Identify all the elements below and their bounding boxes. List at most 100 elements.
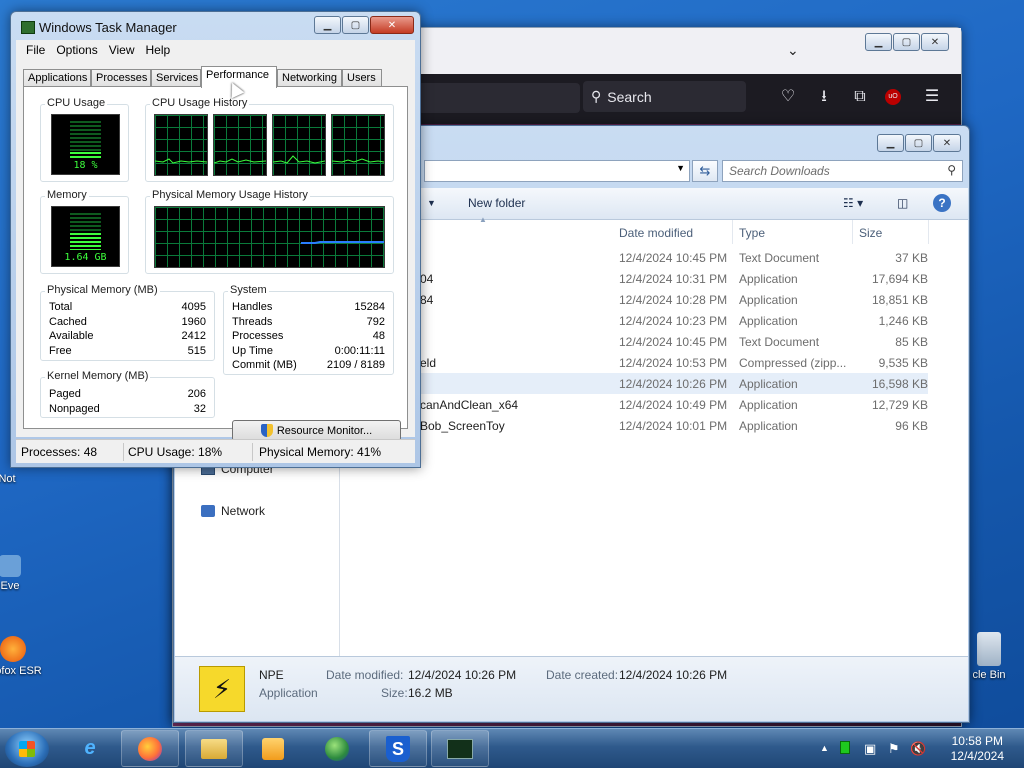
menu-file[interactable]: File — [22, 40, 52, 60]
taskbar-explorer[interactable] — [185, 730, 243, 767]
file-size: 16,598 KB — [871, 377, 928, 391]
stat-row: Threads 792 — [232, 316, 385, 330]
stat-row: Up Time 0:00:11:11 — [232, 345, 385, 359]
taskbar-globe-app[interactable] — [308, 730, 366, 767]
memory-history-title: Physical Memory Usage History — [150, 189, 310, 201]
desktop-icon-notepad[interactable]: Not — [0, 470, 42, 485]
refresh-button[interactable]: ⇆ — [692, 160, 718, 182]
tab-services[interactable]: Services — [151, 69, 201, 87]
view-options-icon[interactable]: ☷ ▾ — [843, 196, 863, 210]
tab-networking[interactable]: Networking — [277, 69, 342, 87]
file-row[interactable]: 12/4/2024 10:26 PM Application 16,598 KB — [340, 373, 928, 394]
column-header-date[interactable]: Date modified — [613, 220, 733, 244]
tab-users[interactable]: Users — [342, 69, 382, 87]
menu-help[interactable]: Help — [142, 40, 178, 60]
close-button[interactable]: ✕ — [921, 33, 949, 51]
file-row[interactable]: eld 12/4/2024 10:53 PM Compressed (zipp...… — [340, 352, 928, 373]
maximize-button[interactable]: ▢ — [342, 16, 369, 34]
list-all-tabs-icon[interactable]: ⌄ — [787, 42, 799, 59]
downloads-icon[interactable]: ⭳ — [813, 86, 835, 108]
file-row[interactable]: Bob_ScreenToy 12/4/2024 10:01 PM Applicati… — [340, 415, 928, 436]
network-icon[interactable]: ▣ — [864, 741, 876, 757]
maximize-button[interactable]: ▢ — [905, 134, 932, 152]
show-hidden-icons-icon[interactable]: ▲ — [820, 743, 829, 753]
maximize-button[interactable]: ▢ — [893, 33, 920, 51]
stat-row: Available 2412 — [49, 330, 206, 344]
file-row[interactable]: 12/4/2024 10:45 PM Text Document 85 KB — [340, 331, 928, 352]
task-manager-window[interactable]: Windows Task Manager ▁ ▢ ✕ File Options … — [10, 11, 421, 468]
column-header-type[interactable]: Type — [733, 220, 853, 244]
taskbar-media-player[interactable] — [244, 730, 302, 767]
menu-view[interactable]: View — [105, 40, 142, 60]
stat-label: Nonpaged — [49, 403, 100, 415]
cpu-usage-title: CPU Usage — [45, 97, 108, 109]
status-physical-memory: Physical Memory: 41% — [259, 445, 382, 459]
action-center-flag-icon[interactable]: ⚑ — [888, 741, 900, 757]
file-type: Application — [739, 314, 798, 328]
tab-processes[interactable]: Processes — [91, 69, 151, 87]
shield-icon — [260, 424, 273, 437]
preview-pane-icon[interactable]: ◫ — [897, 196, 908, 210]
new-folder-button[interactable]: New folder — [468, 196, 525, 210]
resource-monitor-button[interactable]: Resource Monitor... — [232, 420, 401, 441]
ublock-icon[interactable]: uO — [885, 89, 901, 105]
cpu-core-4-graph — [331, 114, 385, 176]
stat-label: Processes — [232, 330, 284, 342]
stat-label: Available — [49, 330, 94, 342]
stat-label: Free — [49, 345, 72, 357]
memory-history-graph — [154, 206, 385, 268]
close-button[interactable]: ✕ — [370, 16, 414, 34]
cpu-usage-meter: 18 % — [51, 114, 120, 175]
file-row[interactable]: 04 12/4/2024 10:31 PM Application 17,694 KB — [340, 268, 928, 289]
menu-options[interactable]: Options — [52, 40, 104, 60]
taskbar-task-manager[interactable] — [431, 730, 489, 767]
stat-label: Cached — [49, 316, 87, 328]
clock-time: 10:58 PM — [951, 734, 1003, 748]
close-button[interactable]: ✕ — [933, 134, 961, 152]
column-header-size[interactable]: Size — [853, 220, 929, 244]
file-row[interactable]: 12/4/2024 10:23 PM Application 1,246 KB — [340, 310, 928, 331]
menu-icon[interactable]: ☰ — [921, 86, 943, 108]
taskbar-sophos[interactable]: S — [369, 730, 427, 767]
minimize-button[interactable]: ▁ — [877, 134, 904, 152]
minimize-button[interactable]: ▁ — [314, 16, 341, 34]
file-row[interactable]: canAndClean_x64 12/4/2024 10:49 PM Applica… — [340, 394, 928, 415]
kernel-memory-group: Kernel Memory (MB) Paged 206 Nonpaged 32 — [40, 370, 215, 418]
pocket-icon[interactable]: ♡ — [777, 86, 799, 108]
file-size: 85 KB — [895, 335, 928, 349]
file-row[interactable]: 84 12/4/2024 10:28 PM Application 18,851 KB — [340, 289, 928, 310]
address-bar[interactable]: ▼ — [424, 160, 690, 182]
search-bar[interactable]: ⚲ Search — [583, 81, 746, 112]
kernel-memory-title: Kernel Memory (MB) — [45, 370, 151, 382]
chevron-down-icon[interactable]: ▼ — [427, 198, 436, 208]
stat-value: 48 — [372, 330, 385, 342]
menu-bar: File Options View Help — [16, 40, 415, 60]
help-icon[interactable]: ? — [933, 194, 951, 212]
file-name: canAndClean_x64 — [420, 398, 519, 412]
task-manager-tray-icon[interactable] — [840, 741, 850, 754]
minimize-button[interactable]: ▁ — [865, 33, 892, 51]
search-input[interactable]: Search Downloads ⚲ — [722, 160, 963, 182]
chevron-down-icon[interactable]: ▼ — [676, 163, 685, 173]
start-button[interactable] — [5, 731, 49, 767]
memory-history-line — [301, 241, 384, 244]
internet-explorer-icon: e — [84, 737, 96, 759]
file-row[interactable]: 12/4/2024 10:45 PM Text Document 37 KB — [340, 247, 928, 268]
desktop-icon-firefox-esr[interactable]: rSofox ESR — [0, 636, 48, 677]
file-date-modified: 12/4/2024 10:53 PM — [619, 356, 728, 370]
firefox-icon — [0, 636, 26, 662]
stat-label: Up Time — [232, 345, 273, 357]
file-type: Application — [739, 272, 798, 286]
taskbar-firefox[interactable] — [121, 730, 179, 767]
desktop-icon-everything[interactable]: Eve — [0, 555, 45, 592]
tab-applications[interactable]: Applications — [23, 69, 91, 87]
windows-logo-icon — [19, 741, 35, 757]
file-date-modified: 12/4/2024 10:01 PM — [619, 419, 728, 433]
clock[interactable]: 10:58 PM 12/4/2024 — [951, 734, 1004, 764]
nav-item-network[interactable]: Network — [201, 504, 265, 518]
taskbar-internet-explorer[interactable]: e — [61, 730, 119, 767]
desktop-icon-label: cle Bin — [972, 669, 1006, 681]
extensions-icon[interactable]: ⧉ — [849, 86, 871, 108]
url-bar[interactable] — [418, 83, 580, 113]
speaker-muted-icon[interactable]: 🔇 — [910, 741, 926, 757]
